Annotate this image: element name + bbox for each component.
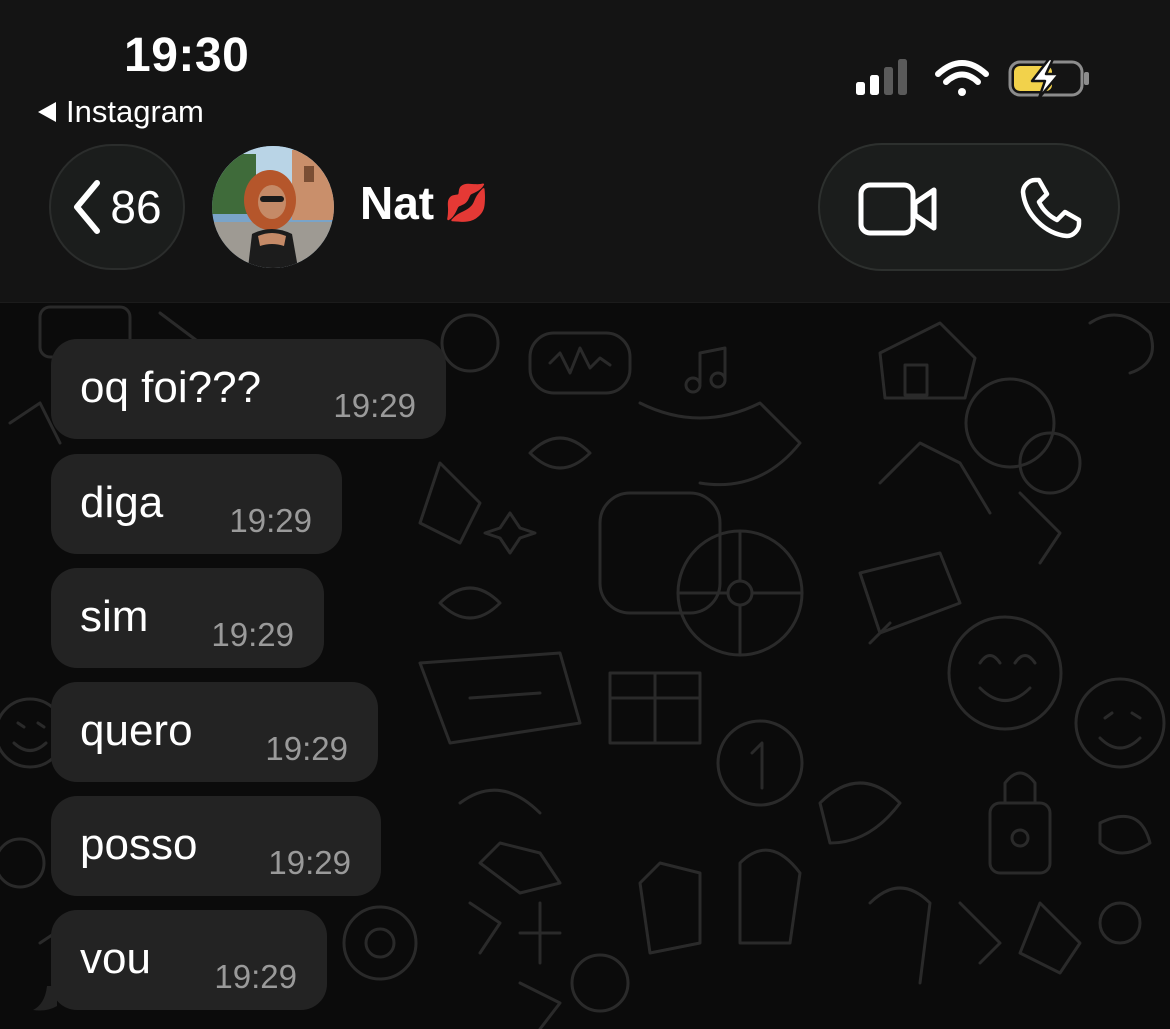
back-app-label: Instagram (66, 94, 204, 129)
phone-icon (1020, 177, 1082, 239)
bubble-tail (33, 986, 57, 1011)
kiss-emoji: 💋 (444, 182, 489, 223)
message-text: sim (80, 592, 149, 641)
message-time: 19:29 (211, 616, 294, 653)
message-text: vou (80, 934, 151, 983)
avatar[interactable] (212, 146, 334, 268)
message-text: oq foi??? (80, 363, 262, 412)
cellular-signal-icon (856, 59, 907, 95)
message-time: 19:29 (265, 730, 348, 767)
message-text: diga (80, 478, 164, 527)
video-camera-icon (858, 182, 937, 236)
message-bubble[interactable]: oq foi??? 19:29 (51, 339, 446, 439)
call-actions (818, 143, 1120, 271)
message-time: 19:29 (229, 502, 312, 539)
battery-charging-icon (1008, 57, 1089, 100)
voice-call-button[interactable] (1010, 171, 1090, 247)
back-to-app-link[interactable]: Instagram (38, 94, 204, 130)
unread-count: 86 (110, 181, 162, 233)
back-triangle-icon (38, 102, 56, 122)
message-bubble[interactable]: diga 19:29 (51, 454, 342, 554)
message-bubble[interactable]: quero 19:29 (51, 682, 378, 782)
chevron-left-icon (74, 180, 101, 234)
chat-header: 19:30 Instagram 86 Nat 💋 (0, 0, 1170, 303)
message-text: quero (80, 706, 193, 755)
message-time: 19:29 (333, 387, 416, 424)
video-call-button[interactable] (858, 171, 938, 247)
message-bubble[interactable]: sim 19:29 (51, 568, 324, 668)
avatar-photo (212, 146, 334, 268)
message-bubble[interactable]: posso 19:29 (51, 796, 381, 896)
message-bubble[interactable]: vou 19:29 (51, 910, 327, 1010)
contact-name-text: Nat (360, 177, 435, 229)
wifi-icon (935, 60, 989, 96)
contact-name[interactable]: Nat 💋 (360, 176, 489, 230)
status-time: 19:30 (124, 29, 250, 82)
back-button[interactable]: 86 (49, 144, 185, 270)
message-text: posso (80, 820, 198, 869)
message-time: 19:29 (268, 844, 351, 881)
status-icons (856, 57, 1089, 100)
message-time: 19:29 (214, 958, 297, 995)
